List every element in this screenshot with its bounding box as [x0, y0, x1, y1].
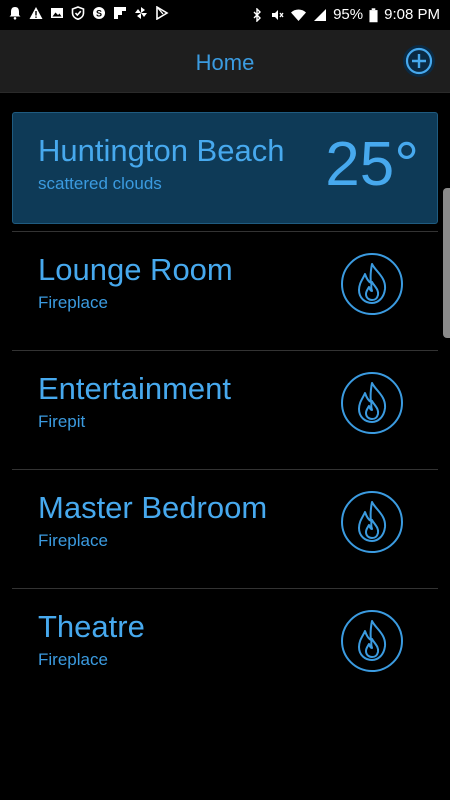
fireplace-toggle-button[interactable] — [340, 252, 404, 316]
weather-city: Huntington Beach — [38, 133, 285, 168]
scrollbar-thumb[interactable] — [443, 188, 450, 338]
weather-condition: scattered clouds — [38, 174, 162, 193]
pinwheel-icon — [135, 7, 147, 19]
plus-circle-icon — [403, 45, 435, 77]
fireplace-toggle-button[interactable] — [340, 490, 404, 554]
room-name: Master Bedroom — [38, 490, 268, 525]
warning-icon — [29, 7, 43, 19]
wifi-icon — [291, 9, 307, 21]
room-type: Fireplace — [38, 293, 108, 312]
status-bar: S 95% 9:08 PM — [0, 0, 450, 30]
room-item-master-bedroom[interactable]: Master Bedroom Fireplace — [12, 470, 438, 588]
weather-temperature: 25° — [325, 130, 419, 199]
skype-icon: S — [93, 7, 105, 19]
flame-icon — [341, 491, 403, 553]
room-name: Theatre — [38, 609, 145, 644]
clock: 9:08 PM — [384, 6, 440, 23]
weather-card[interactable]: Huntington Beach scattered clouds 25° — [12, 112, 438, 224]
svg-text:S: S — [96, 9, 102, 19]
room-type: Fireplace — [38, 531, 108, 550]
room-item-theatre[interactable]: Theatre Fireplace — [12, 589, 438, 707]
flipboard-icon — [114, 7, 126, 19]
page-title: Home — [195, 50, 255, 75]
room-item-lounge-room[interactable]: Lounge Room Fireplace — [12, 232, 438, 350]
room-name: Entertainment — [38, 371, 231, 406]
notification-icons: S — [8, 6, 169, 20]
play-store-icon — [156, 6, 169, 20]
fireplace-toggle-button[interactable] — [340, 609, 404, 673]
room-type: Fireplace — [38, 650, 108, 669]
room-name: Lounge Room — [38, 252, 233, 287]
app-bar: Home — [0, 30, 450, 93]
flame-icon — [341, 253, 403, 315]
image-icon — [51, 8, 63, 18]
room-type: Firepit — [38, 412, 86, 431]
add-button[interactable] — [402, 44, 436, 78]
flame-icon — [341, 372, 403, 434]
mute-icon — [272, 10, 284, 20]
firepit-toggle-button[interactable] — [340, 371, 404, 435]
flame-icon — [341, 610, 403, 672]
notification-icon — [9, 7, 21, 20]
battery-percent: 95% — [333, 6, 364, 23]
shield-icon — [71, 6, 85, 20]
battery-icon — [369, 7, 378, 22]
system-icons: 95% 9:08 PM — [250, 6, 440, 24]
room-item-entertainment[interactable]: Entertainment Firepit — [12, 351, 438, 469]
signal-icon — [314, 9, 327, 21]
bluetooth-icon — [253, 8, 262, 22]
